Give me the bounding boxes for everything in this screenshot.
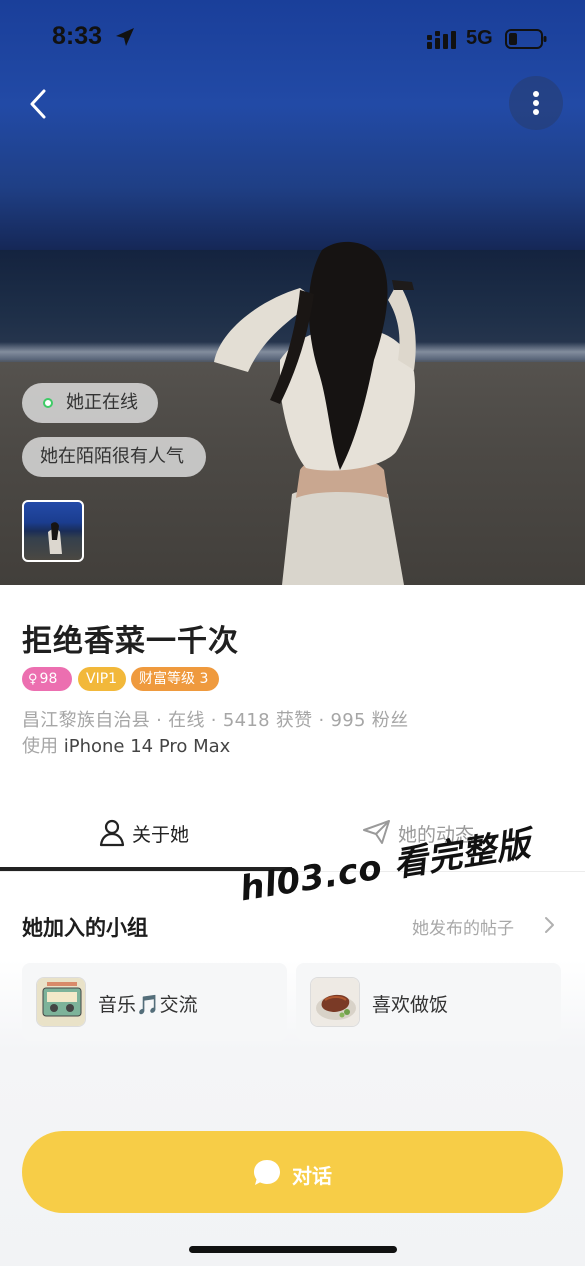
profile-photo[interactable]: 8:33 5G 她正在线 她在陌陌很有人气 (0, 0, 585, 585)
network-type: 5G (466, 27, 493, 49)
signal-icon (427, 31, 456, 49)
more-button[interactable] (509, 76, 563, 130)
chevron-left-icon (30, 89, 46, 119)
group-card-cooking[interactable]: 喜欢做饭 (296, 963, 561, 1041)
photo-thumbnail[interactable] (22, 500, 84, 562)
photo-person (214, 241, 416, 585)
person-icon (99, 819, 125, 847)
location-arrow-icon (116, 28, 134, 46)
device-prefix: 使用 (22, 736, 58, 757)
online-dot-icon (43, 398, 53, 408)
profile-meta: 昌江黎族自治县 · 在线 · 5418 获赞 · 995 粉丝 (22, 710, 409, 731)
device-name: iPhone 14 Pro Max (63, 736, 231, 757)
groups-title: 她加入的小组 (22, 916, 148, 940)
chevron-right-icon[interactable] (543, 914, 557, 936)
profile-name: 拒绝香菜一千次 (22, 624, 239, 659)
cooking-group-cover (310, 977, 360, 1027)
group-card-music[interactable]: 音乐🎵交流 (22, 963, 287, 1041)
music-group-cover (36, 977, 86, 1027)
chat-bubble-icon (254, 1160, 280, 1185)
tab-about-label: 关于她 (132, 824, 190, 846)
online-status-label: 她正在线 (66, 392, 138, 413)
device-info: 使用 iPhone 14 Pro Max (22, 732, 230, 758)
home-indicator (189, 1246, 397, 1253)
back-button[interactable] (20, 82, 60, 126)
age-value: 98 (39, 671, 58, 687)
chat-button[interactable]: 对话 (22, 1131, 563, 1213)
thumbnail-person (48, 522, 62, 554)
chat-button-label: 对话 (292, 1164, 332, 1188)
wealth-level-badge[interactable]: 财富等级 3 (131, 667, 219, 691)
status-bar: 8:33 5G (0, 0, 585, 80)
online-status-pill: 她正在线 (22, 383, 158, 423)
status-time: 8:33 (52, 22, 103, 50)
female-symbol-icon: ♀ (28, 672, 38, 687)
group-card-music-label: 音乐🎵交流 (98, 994, 198, 1016)
group-card-cooking-label: 喜欢做饭 (372, 994, 449, 1016)
vip-badge[interactable]: VIP1 (78, 667, 126, 691)
popularity-label: 她在陌陌很有人气 (40, 446, 184, 467)
battery-icon (505, 29, 547, 49)
gender-age-badge: ♀ 98 (22, 667, 72, 691)
popularity-pill: 她在陌陌很有人气 (22, 437, 206, 477)
posts-link[interactable]: 她发布的帖子 (412, 914, 514, 939)
